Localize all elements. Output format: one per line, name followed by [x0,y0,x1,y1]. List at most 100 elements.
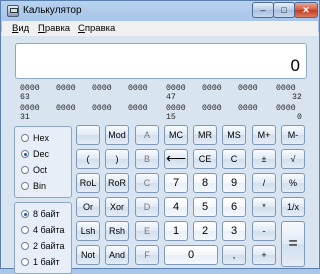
digit-4-key[interactable]: 4 [164,197,188,217]
or-key[interactable]: Or [76,197,100,217]
bit-position-label: 31 [20,113,30,122]
bit-group[interactable]: 0000 [238,104,258,113]
multiply-key[interactable]: * [252,197,276,217]
title-bar[interactable]: Калькулятор – □ ✕ [1,1,319,21]
menu-edit[interactable]: Правка [38,23,70,34]
radio-indicator [21,226,29,234]
digit-1-key[interactable]: 1 [164,221,188,241]
display: 0 [15,43,307,79]
bit-group[interactable]: 0000 [128,104,148,113]
memory-recall-key[interactable]: MR [193,125,217,145]
hex-d-key[interactable]: D [135,197,159,217]
calculator-window: Калькулятор – □ ✕ Вид Правка Справка 0 0… [0,0,320,274]
memory-subtract-key[interactable]: M- [281,125,305,145]
percent-key[interactable]: % [281,173,305,193]
clear-entry-key[interactable]: CE [193,149,217,169]
radio-indicator [21,210,29,218]
digit-9-key[interactable]: 9 [222,173,246,193]
digit-5-key[interactable]: 5 [193,197,217,217]
bit-group[interactable]: 0000 [276,104,296,113]
reciprocal-key[interactable]: 1/x [281,197,305,217]
display-value: 0 [290,56,300,75]
radio-indicator [21,258,29,266]
open-paren-key[interactable]: ( [76,149,100,169]
maximize-button[interactable]: □ [273,2,295,18]
hex-a-key[interactable]: A [135,125,159,145]
bit-labels-lower: 31 15 0 [20,113,304,123]
square-root-key[interactable]: √ [281,149,305,169]
negate-key[interactable]: ± [252,149,276,169]
add-key[interactable]: + [252,245,276,265]
mod-key[interactable]: Mod [105,125,129,145]
equals-key[interactable]: = [281,221,305,267]
subtract-key[interactable]: - [252,221,276,241]
left-shift-key[interactable]: Lsh [76,221,100,241]
memory-add-key[interactable]: M+ [252,125,276,145]
number-base-group: Hex Dec Oct Bin [14,126,72,198]
xor-key[interactable]: Xor [105,197,129,217]
digit-3-key[interactable]: 3 [222,221,246,241]
calculator-app-icon [7,5,19,17]
hex-f-key[interactable]: F [135,245,159,265]
not-key[interactable]: Not [76,245,100,265]
menu-help[interactable]: Справка [78,23,115,34]
memory-store-key[interactable]: MS [222,125,246,145]
right-shift-key[interactable]: Rsh [105,221,129,241]
rotate-right-key[interactable]: RoR [105,173,129,193]
bit-group[interactable]: 0000 [202,104,222,113]
menu-bar: Вид Правка Справка [2,21,318,36]
bit-position-label: 47 [166,93,176,102]
bit-group[interactable]: 0000 [128,84,148,93]
bit-labels-upper: 63 47 32 [20,93,304,103]
radio-indicator [21,182,29,190]
radio-1-byte-label: 1 байт [33,257,60,267]
bit-position-label: 15 [166,113,176,122]
bit-group[interactable]: 0000 [92,104,112,113]
radio-indicator [21,150,29,158]
bit-group[interactable]: 0000 [20,84,40,93]
bit-display: 0000 0000 0000 0000 0000 0000 0000 0000 … [20,84,304,124]
menu-edit-label: равка [44,23,71,34]
digit-8-key[interactable]: 8 [193,173,217,193]
radio-4-bytes-label: 4 байта [33,225,65,235]
word-size-group: 8 байт 4 байта 2 байта 1 байт [14,202,72,274]
bit-group[interactable]: 0000 [276,84,296,93]
radio-indicator [21,166,29,174]
bit-group[interactable]: 0000 [166,84,186,93]
memory-clear-key[interactable]: MC [164,125,188,145]
bit-group[interactable]: 0000 [238,84,258,93]
bit-group[interactable]: 0000 [20,104,40,113]
radio-hex-label: Hex [33,133,50,143]
close-paren-key[interactable]: ) [105,149,129,169]
digit-6-key[interactable]: 6 [222,197,246,217]
hex-c-key[interactable]: C [135,173,159,193]
menu-view[interactable]: Вид [12,23,29,34]
radio-indicator [21,242,29,250]
decimal-separator-key[interactable]: , [222,245,246,265]
bit-group[interactable]: 0000 [166,104,186,113]
bit-group[interactable]: 0000 [56,104,76,113]
hex-e-key[interactable]: E [135,221,159,241]
divide-key[interactable]: / [252,173,276,193]
blank-key[interactable] [76,125,100,145]
radio-bin-label: Bin [33,181,47,191]
digit-2-key[interactable]: 2 [193,221,217,241]
radio-2-bytes-label: 2 байта [33,241,65,251]
hex-b-key[interactable]: B [135,149,159,169]
backspace-key[interactable]: ⟵ [164,149,188,169]
radio-indicator [21,134,29,142]
bit-group[interactable]: 0000 [56,84,76,93]
bit-position-label: 0 [297,113,302,122]
minimize-button[interactable]: – [252,2,274,18]
clear-key[interactable]: C [222,149,246,169]
digit-7-key[interactable]: 7 [164,173,188,193]
close-button[interactable]: ✕ [294,2,318,18]
and-key[interactable]: And [105,245,129,265]
bit-group[interactable]: 0000 [92,84,112,93]
radio-dec-label: Dec [33,149,50,159]
menu-edit-accelerator: П [38,23,45,34]
rotate-left-key[interactable]: RoL [76,173,100,193]
menu-help-label: правка [84,23,116,34]
digit-0-key[interactable]: 0 [164,245,218,265]
bit-group[interactable]: 0000 [202,84,222,93]
